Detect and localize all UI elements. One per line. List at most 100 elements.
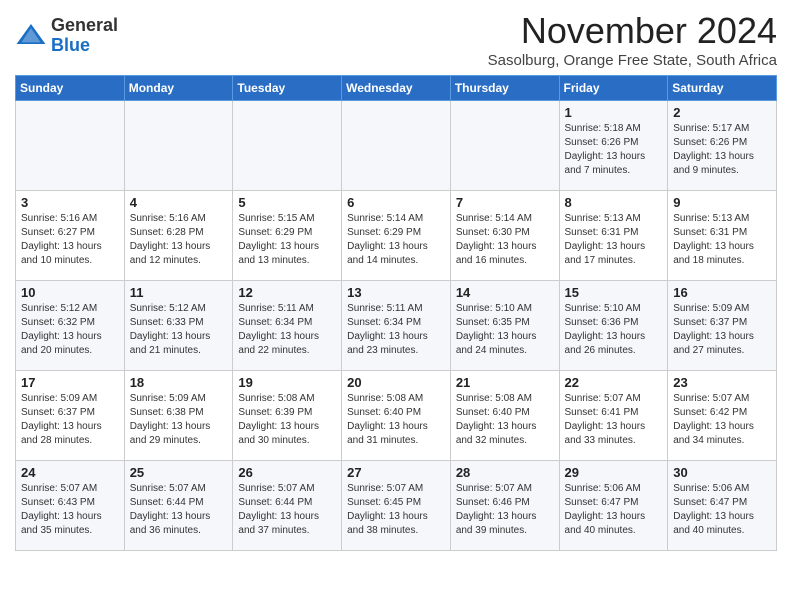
day-info: Sunrise: 5:07 AM Sunset: 6:44 PM Dayligh… (238, 482, 336, 538)
day-info: Sunrise: 5:12 AM Sunset: 6:33 PM Dayligh… (130, 302, 228, 358)
calendar-cell: 7Sunrise: 5:14 AM Sunset: 6:30 PM Daylig… (450, 191, 559, 281)
logo-icon (15, 20, 47, 52)
day-number: 4 (130, 195, 228, 210)
weekday-header: Tuesday (233, 76, 342, 101)
day-number: 15 (565, 285, 663, 300)
calendar-cell: 8Sunrise: 5:13 AM Sunset: 6:31 PM Daylig… (559, 191, 668, 281)
weekday-header: Thursday (450, 76, 559, 101)
day-number: 24 (21, 465, 119, 480)
calendar-cell: 30 Sunrise: 5:06 AM Sunset: 6:47 PM Dayli… (668, 461, 777, 551)
day-number: 10 (21, 285, 119, 300)
day-info: Sunrise: 5:15 AM Sunset: 6:29 PM Dayligh… (238, 212, 336, 268)
day-number: 16 (673, 285, 771, 300)
day-number: 6 (347, 195, 445, 210)
day-info: Sunrise: 5:12 AM Sunset: 6:32 PM Dayligh… (21, 302, 119, 358)
day-info: Sunrise: 5:11 AM Sunset: 6:34 PM Dayligh… (347, 302, 445, 358)
weekday-header: Wednesday (342, 76, 451, 101)
day-number: 29 (565, 465, 663, 480)
calendar-cell: 3 Sunrise: 5:16 AM Sunset: 6:27 PM Daylig… (16, 191, 125, 281)
calendar-cell: 25Sunrise: 5:07 AM Sunset: 6:44 PM Dayli… (124, 461, 233, 551)
day-number: 21 (456, 375, 554, 390)
calendar-cell: 19 Sunrise: 5:08 AM Sunset: 6:39 PM Dayli… (233, 371, 342, 461)
calendar-week-row: 1 Sunrise: 5:18 AM Sunset: 6:26 PM Daylig… (16, 101, 777, 191)
day-info: Sunrise: 5:16 AM Sunset: 6:27 PM Dayligh… (21, 212, 119, 268)
logo-blue: Blue (51, 35, 90, 55)
day-number: 3 (21, 195, 119, 210)
weekday-header-row: SundayMondayTuesdayWednesdayThursdayFrid… (16, 76, 777, 101)
location-subtitle: Sasolburg, Orange Free State, South Afri… (488, 52, 777, 69)
day-number: 20 (347, 375, 445, 390)
calendar-cell: 24 Sunrise: 5:07 AM Sunset: 6:43 PM Dayli… (16, 461, 125, 551)
calendar-cell: 11 Sunrise: 5:12 AM Sunset: 6:33 PM Dayli… (124, 281, 233, 371)
day-number: 19 (238, 375, 336, 390)
header: General Blue November 2024 Sasolburg, Or… (15, 10, 777, 69)
day-info: Sunrise: 5:14 AM Sunset: 6:29 PM Dayligh… (347, 212, 445, 268)
calendar-cell: 9Sunrise: 5:13 AM Sunset: 6:31 PM Daylig… (668, 191, 777, 281)
calendar-cell: 10 Sunrise: 5:12 AM Sunset: 6:32 PM Dayli… (16, 281, 125, 371)
day-number: 18 (130, 375, 228, 390)
day-info: Sunrise: 5:14 AM Sunset: 6:30 PM Dayligh… (456, 212, 554, 268)
day-info: Sunrise: 5:09 AM Sunset: 6:37 PM Dayligh… (673, 302, 771, 358)
day-number: 1 (565, 105, 663, 120)
day-info: Sunrise: 5:07 AM Sunset: 6:45 PM Dayligh… (347, 482, 445, 538)
calendar-week-row: 10 Sunrise: 5:12 AM Sunset: 6:32 PM Dayli… (16, 281, 777, 371)
day-info: Sunrise: 5:17 AM Sunset: 6:26 PM Dayligh… (673, 122, 771, 178)
day-number: 5 (238, 195, 336, 210)
calendar-cell: 4 Sunrise: 5:16 AM Sunset: 6:28 PM Daylig… (124, 191, 233, 281)
day-info: Sunrise: 5:06 AM Sunset: 6:47 PM Dayligh… (673, 482, 771, 538)
calendar-cell: 13 Sunrise: 5:11 AM Sunset: 6:34 PM Dayli… (342, 281, 451, 371)
calendar-cell (233, 101, 342, 191)
day-info: Sunrise: 5:10 AM Sunset: 6:36 PM Dayligh… (565, 302, 663, 358)
calendar-week-row: 3 Sunrise: 5:16 AM Sunset: 6:27 PM Daylig… (16, 191, 777, 281)
day-info: Sunrise: 5:09 AM Sunset: 6:38 PM Dayligh… (130, 392, 228, 448)
weekday-header: Friday (559, 76, 668, 101)
calendar-cell: 27Sunrise: 5:07 AM Sunset: 6:45 PM Dayli… (342, 461, 451, 551)
calendar-cell: 29 Sunrise: 5:06 AM Sunset: 6:47 PM Dayli… (559, 461, 668, 551)
day-info: Sunrise: 5:09 AM Sunset: 6:37 PM Dayligh… (21, 392, 119, 448)
day-info: Sunrise: 5:07 AM Sunset: 6:46 PM Dayligh… (456, 482, 554, 538)
calendar: SundayMondayTuesdayWednesdayThursdayFrid… (15, 75, 777, 551)
calendar-cell (450, 101, 559, 191)
calendar-cell: 2 Sunrise: 5:17 AM Sunset: 6:26 PM Daylig… (668, 101, 777, 191)
day-info: Sunrise: 5:08 AM Sunset: 6:40 PM Dayligh… (347, 392, 445, 448)
calendar-cell: 12 Sunrise: 5:11 AM Sunset: 6:34 PM Dayli… (233, 281, 342, 371)
day-number: 2 (673, 105, 771, 120)
day-info: Sunrise: 5:06 AM Sunset: 6:47 PM Dayligh… (565, 482, 663, 538)
calendar-cell: 15 Sunrise: 5:10 AM Sunset: 6:36 PM Dayli… (559, 281, 668, 371)
weekday-header: Monday (124, 76, 233, 101)
day-number: 11 (130, 285, 228, 300)
calendar-cell: 16 Sunrise: 5:09 AM Sunset: 6:37 PM Dayli… (668, 281, 777, 371)
day-number: 22 (565, 375, 663, 390)
calendar-cell: 23 Sunrise: 5:07 AM Sunset: 6:42 PM Dayli… (668, 371, 777, 461)
month-title: November 2024 (488, 10, 777, 52)
day-info: Sunrise: 5:07 AM Sunset: 6:44 PM Dayligh… (130, 482, 228, 538)
day-number: 13 (347, 285, 445, 300)
day-number: 30 (673, 465, 771, 480)
day-info: Sunrise: 5:11 AM Sunset: 6:34 PM Dayligh… (238, 302, 336, 358)
calendar-week-row: 17 Sunrise: 5:09 AM Sunset: 6:37 PM Dayli… (16, 371, 777, 461)
calendar-cell (16, 101, 125, 191)
day-number: 28 (456, 465, 554, 480)
day-number: 14 (456, 285, 554, 300)
day-info: Sunrise: 5:07 AM Sunset: 6:42 PM Dayligh… (673, 392, 771, 448)
day-number: 12 (238, 285, 336, 300)
calendar-cell: 26Sunrise: 5:07 AM Sunset: 6:44 PM Dayli… (233, 461, 342, 551)
calendar-cell: 22Sunrise: 5:07 AM Sunset: 6:41 PM Dayli… (559, 371, 668, 461)
calendar-week-row: 24 Sunrise: 5:07 AM Sunset: 6:43 PM Dayli… (16, 461, 777, 551)
calendar-cell: 21Sunrise: 5:08 AM Sunset: 6:40 PM Dayli… (450, 371, 559, 461)
day-info: Sunrise: 5:08 AM Sunset: 6:39 PM Dayligh… (238, 392, 336, 448)
day-number: 8 (565, 195, 663, 210)
day-info: Sunrise: 5:18 AM Sunset: 6:26 PM Dayligh… (565, 122, 663, 178)
logo: General Blue (15, 16, 118, 56)
calendar-cell: 28 Sunrise: 5:07 AM Sunset: 6:46 PM Dayli… (450, 461, 559, 551)
day-info: Sunrise: 5:07 AM Sunset: 6:43 PM Dayligh… (21, 482, 119, 538)
day-info: Sunrise: 5:16 AM Sunset: 6:28 PM Dayligh… (130, 212, 228, 268)
day-number: 17 (21, 375, 119, 390)
day-number: 23 (673, 375, 771, 390)
weekday-header: Sunday (16, 76, 125, 101)
calendar-cell: 17 Sunrise: 5:09 AM Sunset: 6:37 PM Dayli… (16, 371, 125, 461)
calendar-cell: 14 Sunrise: 5:10 AM Sunset: 6:35 PM Dayli… (450, 281, 559, 371)
calendar-cell: 18 Sunrise: 5:09 AM Sunset: 6:38 PM Dayli… (124, 371, 233, 461)
day-info: Sunrise: 5:10 AM Sunset: 6:35 PM Dayligh… (456, 302, 554, 358)
logo-text: General Blue (51, 16, 118, 56)
